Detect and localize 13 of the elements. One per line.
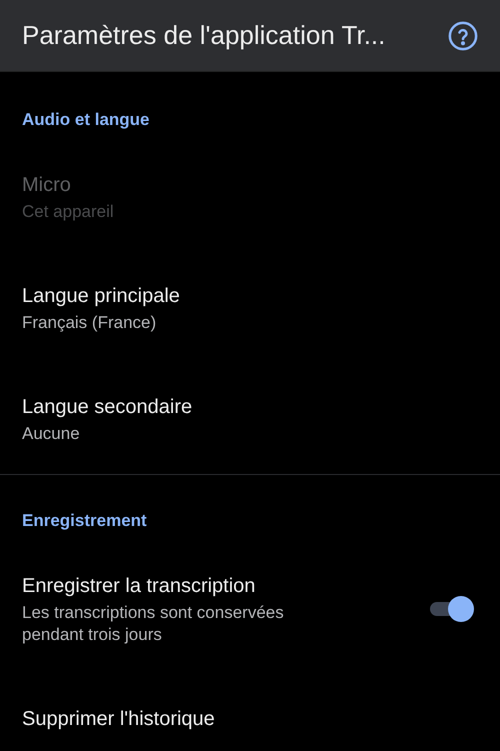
setting-title[interactable]: Supprimer l'historique (22, 705, 215, 733)
setting-summary: Français (France) (22, 312, 156, 334)
setting-title[interactable]: Langue principale (22, 282, 180, 310)
section-title: Audio et langue (21, 109, 150, 131)
setting-summary: Aucune (22, 423, 80, 445)
setting-title[interactable]: Enregistrer la transcription (22, 572, 256, 600)
setting-title[interactable]: Langue secondaire (22, 393, 192, 421)
setting-summary: Cet appareil (22, 201, 114, 223)
section-title: Enregistrement (21, 510, 148, 532)
help-icon (448, 20, 478, 50)
help-button[interactable] (448, 20, 478, 50)
app-bar-title: Paramètres de l'application Tr... (22, 20, 386, 51)
setting-summary: Les transcriptions sont conservées pendant trois jours (22, 602, 285, 646)
